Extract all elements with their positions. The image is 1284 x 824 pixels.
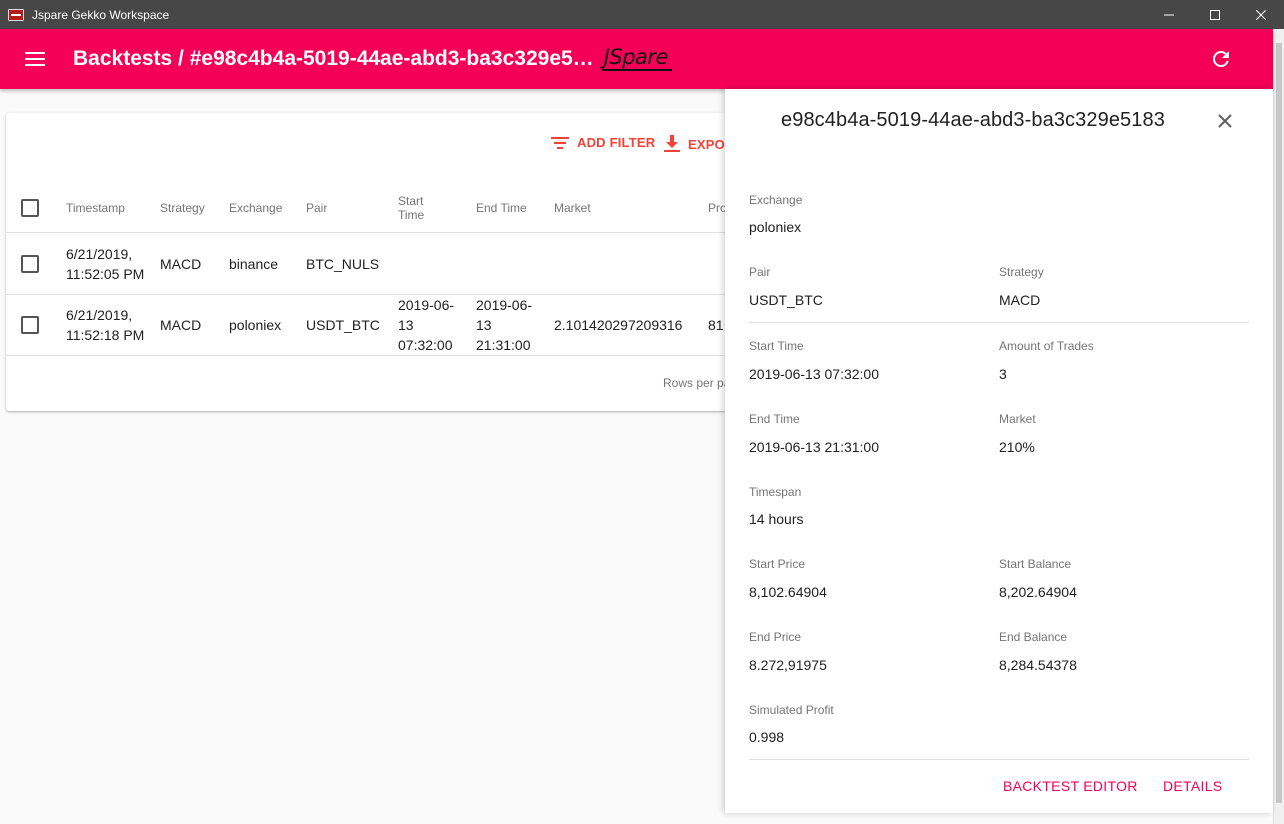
strategy-value: MACD [999,292,1041,308]
select-all-checkbox[interactable] [21,199,39,217]
maximize-icon [1210,9,1220,20]
close-icon[interactable] [1215,111,1235,131]
cell-profit: 81 [708,317,724,333]
cell-pair: BTC_NULS [306,256,380,272]
amount-of-trades-label: Amount of Trades [999,339,1094,353]
start-balance-label: Start Balance [999,557,1072,571]
table-row[interactable]: 6/21/2019, 11:52:05 PM MACD binance BTC_… [6,234,726,295]
window-scrollbar[interactable] [1273,29,1284,824]
window-controls [1146,0,1284,29]
maximize-button[interactable] [1192,0,1238,29]
cell-strategy: MACD [160,256,202,272]
strategy-label: Strategy [999,265,1044,279]
cell-market: 2.101420297209316 [554,317,683,333]
header-market[interactable]: Market [554,183,591,233]
minimize-icon [1164,14,1174,15]
add-filter-button[interactable]: ADD FILTER [551,135,655,150]
divider [749,322,1249,323]
simulated-profit-label: Simulated Profit [749,703,834,717]
cell-pair: USDT_BTC [306,317,380,333]
row-checkbox[interactable] [21,255,39,273]
start-price-value: 8,102.64904 [749,584,827,600]
divider [749,759,1249,760]
start-time-label: Start Time [749,339,804,353]
menu-icon[interactable] [25,47,49,71]
backtest-editor-button[interactable]: BACKTEST EDITOR [1003,778,1138,794]
backtest-detail-drawer: e98c4b4a-5019-44ae-abd3-ba3c329e5183 Exc… [725,89,1273,813]
end-price-label: End Price [749,630,802,644]
app-logo-icon [8,8,24,21]
header-timestamp[interactable]: Timestamp [66,183,125,233]
timespan-label: Timespan [749,485,802,499]
cell-timestamp: 6/21/2019, 11:52:18 PM [66,307,145,343]
add-filter-label: ADD FILTER [577,135,656,150]
exchange-label: Exchange [749,193,803,207]
brand-logo: JSpare [601,45,673,71]
header-profit[interactable]: Profit [708,183,726,233]
cell-strategy: MACD [160,317,202,333]
minimize-button[interactable] [1146,0,1192,29]
export-button[interactable]: EXPORT [664,135,726,153]
refresh-icon[interactable] [1209,47,1233,71]
table-row[interactable]: 6/21/2019, 11:52:18 PM MACD poloniex USD… [6,295,726,356]
end-price-value: 8.272,91975 [749,657,827,673]
start-time-value: 2019-06-13 07:32:00 [749,366,879,382]
app-bar: Backtests / #e98c4b4a-5019-44ae-abd3-ba3… [0,29,1273,89]
amount-of-trades-value: 3 [999,366,1007,382]
market-label: Market [999,412,1036,426]
end-balance-value: 8,284.54378 [999,657,1077,673]
start-balance-value: 8,202.64904 [999,584,1077,600]
close-window-button[interactable] [1238,0,1284,29]
pair-label: Pair [749,265,771,279]
table-header: Timestamp Strategy Exchange Pair Start T… [6,183,726,233]
cell-start-time: 2019-06-13 07:32:00 [398,297,455,353]
cell-exchange: binance [229,256,279,272]
header-pair[interactable]: Pair [306,183,327,233]
start-price-label: Start Price [749,557,806,571]
backtests-table-card: ADD FILTER EXPORT Timestamp Strategy Exc… [6,113,726,411]
header-end-time[interactable]: End Time [476,183,527,233]
filter-icon [551,136,569,149]
pair-value: USDT_BTC [749,292,823,308]
export-label: EXPORT [688,136,726,152]
timespan-value: 14 hours [749,511,804,527]
end-time-value: 2019-06-13 21:31:00 [749,439,879,455]
end-time-label: End Time [749,412,800,426]
scrollbar-thumb[interactable] [1276,43,1282,803]
header-start-time[interactable]: Start Time [398,183,438,233]
exchange-value: poloniex [749,219,802,235]
cell-end-time: 2019-06-13 21:31:00 [476,297,533,353]
row-checkbox[interactable] [21,316,39,334]
window-title: Jspare Gekko Workspace [32,7,170,22]
end-balance-label: End Balance [999,630,1068,644]
window-titlebar: Jspare Gekko Workspace [0,0,1284,29]
market-value: 210% [999,439,1035,455]
download-icon [664,135,680,152]
simulated-profit-value: 0.998 [749,729,785,745]
cell-timestamp: 6/21/2019, 11:52:05 PM [66,246,145,282]
close-icon [1256,9,1266,20]
page-title: Backtests / #e98c4b4a-5019-44ae-abd3-ba3… [73,47,594,70]
cell-exchange: poloniex [229,317,282,333]
header-exchange[interactable]: Exchange [229,183,282,233]
header-strategy[interactable]: Strategy [160,183,205,233]
rows-per-page-label: Rows per page [663,376,726,390]
details-button[interactable]: DETAILS [1163,778,1222,794]
drawer-title: e98c4b4a-5019-44ae-abd3-ba3c329e5183 [781,109,1165,131]
